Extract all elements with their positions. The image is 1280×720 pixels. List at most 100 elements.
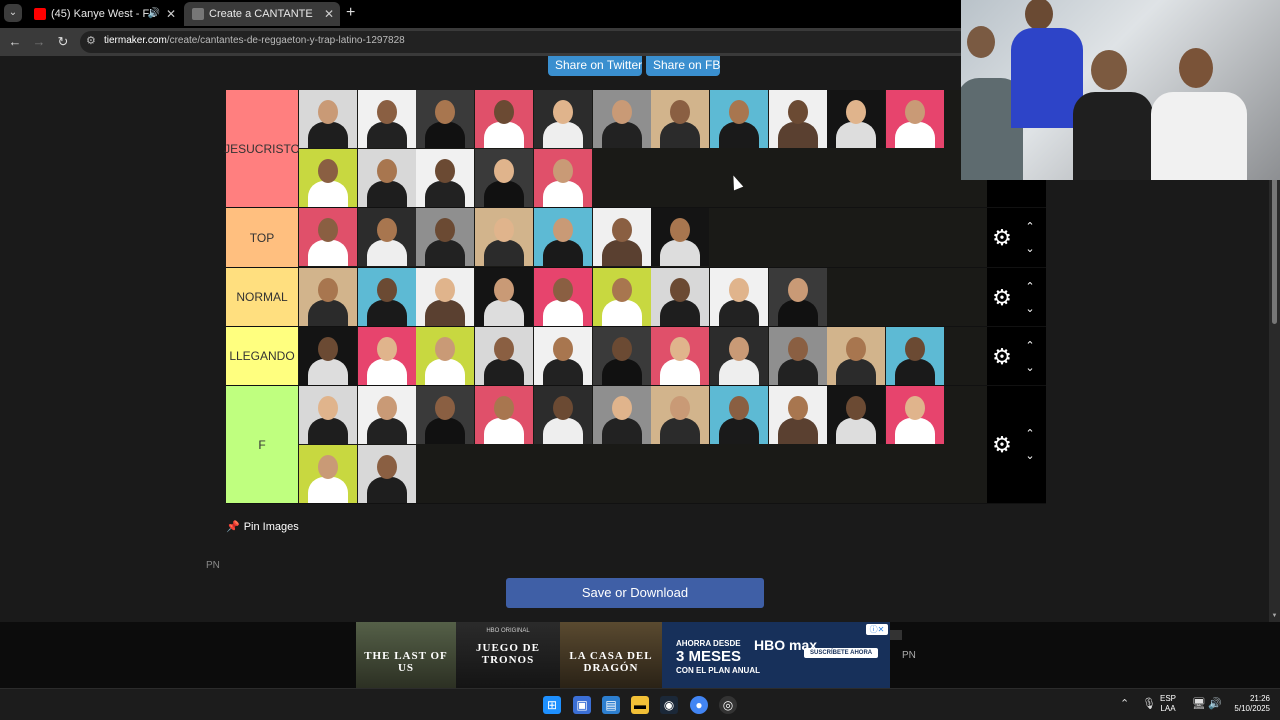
ad-tile-casa-del-dragon[interactable]: LA CASA DEL DRAGÓN: [560, 622, 662, 688]
new-tab-icon[interactable]: +: [346, 4, 355, 22]
app-icon[interactable]: ▤: [602, 696, 620, 714]
ad-tile-last-of-us[interactable]: THE LAST OF US: [356, 622, 456, 688]
close-tab-icon[interactable]: ✕: [324, 2, 334, 26]
artist-thumbnail[interactable]: [533, 208, 592, 266]
artist-thumbnail[interactable]: [651, 268, 710, 326]
tier-settings-gear-icon[interactable]: ⚙: [991, 286, 1013, 309]
tier-items[interactable]: [299, 386, 987, 503]
ad-close-icon[interactable]: [890, 630, 902, 640]
tier-settings-gear-icon[interactable]: ⚙: [991, 345, 1013, 368]
share-facebook-button[interactable]: Share on FB: [646, 56, 720, 76]
tab-search-chevron-icon[interactable]: ⌄: [4, 4, 22, 22]
artist-thumbnail[interactable]: [475, 327, 534, 385]
tier-items[interactable]: [299, 327, 987, 385]
artist-thumbnail[interactable]: [651, 208, 710, 266]
artist-thumbnail[interactable]: [416, 149, 475, 207]
pin-images-toggle[interactable]: 📌 Pin Images: [226, 520, 299, 533]
artist-thumbnail[interactable]: [357, 208, 416, 266]
artist-thumbnail[interactable]: [475, 268, 534, 326]
artist-thumbnail[interactable]: [533, 327, 592, 385]
artist-thumbnail[interactable]: [651, 327, 710, 385]
scroll-down-icon[interactable]: ▼: [1270, 612, 1279, 621]
artist-thumbnail[interactable]: [768, 386, 827, 444]
artist-thumbnail[interactable]: [299, 149, 357, 207]
tier-label[interactable]: TOP: [226, 208, 298, 267]
artist-thumbnail[interactable]: [768, 90, 827, 148]
tier-label[interactable]: NORMAL: [226, 268, 298, 326]
artist-thumbnail[interactable]: [299, 208, 357, 266]
artist-thumbnail[interactable]: [416, 386, 475, 444]
artist-thumbnail[interactable]: [592, 327, 651, 385]
scroll-thumb[interactable]: [1272, 176, 1277, 324]
ad-choices-icon[interactable]: ⓘ✕: [866, 624, 888, 635]
tier-label[interactable]: LLEGANDO: [226, 327, 298, 385]
move-tier-down-icon[interactable]: ⌄: [1023, 298, 1037, 320]
obs-icon[interactable]: ◎: [719, 696, 737, 714]
chrome-icon[interactable]: ●: [690, 696, 708, 714]
ad-banner[interactable]: THE LAST OF US HBO ORIGINAL JUEGO DE TRO…: [0, 622, 1280, 688]
artist-thumbnail[interactable]: [299, 90, 357, 148]
task-view-icon[interactable]: ▣: [573, 696, 591, 714]
artist-thumbnail[interactable]: [299, 445, 357, 503]
tier-label[interactable]: JESUCRISTO: [224, 90, 300, 207]
artist-thumbnail[interactable]: [768, 327, 827, 385]
artist-thumbnail[interactable]: [886, 90, 944, 148]
artist-thumbnail[interactable]: [592, 208, 651, 266]
tier-items[interactable]: [299, 268, 987, 326]
artist-thumbnail[interactable]: [357, 149, 416, 207]
tier-label[interactable]: F: [226, 386, 298, 503]
tier-items[interactable]: [299, 90, 987, 207]
forward-arrow-icon[interactable]: →: [30, 33, 48, 51]
artist-thumbnail[interactable]: [416, 268, 475, 326]
artist-thumbnail[interactable]: [709, 90, 768, 148]
move-tier-up-icon[interactable]: ⌃: [1023, 216, 1037, 238]
ad-tile-juego-de-tronos[interactable]: HBO ORIGINAL JUEGO DE TRONOS: [456, 622, 560, 688]
artist-thumbnail[interactable]: [299, 327, 357, 385]
artist-thumbnail[interactable]: [709, 386, 768, 444]
move-tier-down-icon[interactable]: ⌄: [1023, 445, 1037, 467]
volume-icon[interactable]: 🔊: [1208, 697, 1222, 710]
artist-thumbnail[interactable]: [886, 327, 944, 385]
artist-thumbnail[interactable]: [768, 268, 827, 326]
speaker-icon[interactable]: 🔊: [148, 2, 160, 26]
artist-thumbnail[interactable]: [886, 386, 944, 444]
tab-youtube[interactable]: (45) Kanye West - Flashing L 🔊 ✕: [26, 2, 182, 26]
artist-thumbnail[interactable]: [475, 149, 534, 207]
artist-thumbnail[interactable]: [827, 327, 886, 385]
clock[interactable]: 21:26 5/10/2025: [1228, 694, 1270, 714]
artist-thumbnail[interactable]: [709, 268, 768, 326]
move-tier-up-icon[interactable]: ⌃: [1023, 423, 1037, 445]
artist-thumbnail[interactable]: [475, 386, 534, 444]
subscribe-button[interactable]: SUSCRÍBETE AHORA: [804, 648, 879, 658]
tier-items[interactable]: [299, 208, 987, 267]
artist-thumbnail[interactable]: [357, 327, 416, 385]
start-windows-icon[interactable]: ⊞: [543, 696, 561, 714]
share-twitter-button[interactable]: Share on Twitter: [548, 56, 642, 76]
artist-thumbnail[interactable]: [475, 90, 534, 148]
artist-thumbnail[interactable]: [533, 149, 592, 207]
artist-thumbnail[interactable]: [651, 90, 710, 148]
ad-hbo-max-promo[interactable]: AHORRA DESDE 3 MESES CON EL PLAN ANUAL H…: [662, 622, 890, 688]
move-tier-up-icon[interactable]: ⌃: [1023, 335, 1037, 357]
artist-thumbnail[interactable]: [592, 90, 651, 148]
artist-thumbnail[interactable]: [709, 327, 768, 385]
artist-thumbnail[interactable]: [533, 90, 592, 148]
back-arrow-icon[interactable]: ←: [6, 33, 24, 51]
artist-thumbnail[interactable]: [357, 268, 416, 326]
artist-thumbnail[interactable]: [592, 268, 651, 326]
move-tier-up-icon[interactable]: ⌃: [1023, 276, 1037, 298]
file-explorer-icon[interactable]: ▬: [631, 696, 649, 714]
move-tier-down-icon[interactable]: ⌄: [1023, 238, 1037, 260]
move-tier-down-icon[interactable]: ⌄: [1023, 357, 1037, 379]
close-tab-icon[interactable]: ✕: [166, 2, 176, 26]
site-info-icon[interactable]: ⚙: [86, 34, 96, 47]
tray-chevron-icon[interactable]: ⌃: [1120, 697, 1129, 710]
artist-thumbnail[interactable]: [827, 386, 886, 444]
artist-thumbnail[interactable]: [416, 327, 475, 385]
artist-thumbnail[interactable]: [416, 90, 475, 148]
artist-thumbnail[interactable]: [475, 208, 534, 266]
artist-thumbnail[interactable]: [357, 386, 416, 444]
artist-thumbnail[interactable]: [299, 386, 357, 444]
artist-thumbnail[interactable]: [416, 208, 475, 266]
artist-thumbnail[interactable]: [357, 445, 416, 503]
